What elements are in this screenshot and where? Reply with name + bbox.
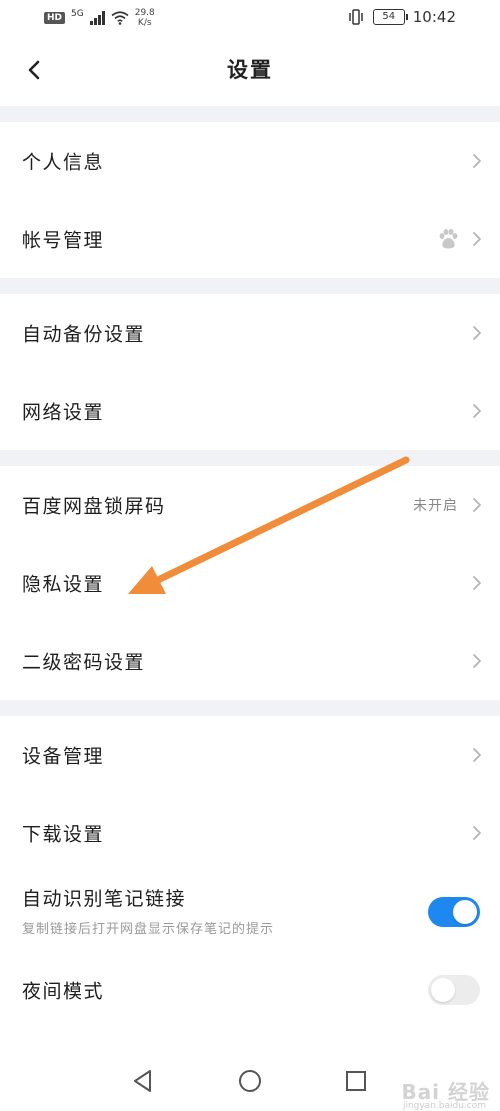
network-speed: 29.8 K/s: [135, 8, 155, 28]
section-divider: [0, 700, 500, 716]
system-nav-bar: Bai 经验 jingyan.baidu.com: [0, 1050, 500, 1111]
settings-item-device-management[interactable]: 设备管理: [0, 716, 500, 794]
chevron-right-icon: [473, 748, 481, 762]
chevron-right-icon: [473, 654, 481, 668]
settings-item-account[interactable]: 帐号管理: [0, 200, 500, 278]
settings-item-secondary-password[interactable]: 二级密码设置: [0, 622, 500, 700]
chevron-right-icon: [473, 498, 481, 512]
settings-item-label: 帐号管理: [22, 229, 105, 252]
section-divider: [0, 278, 500, 294]
settings-item-label: 设备管理: [22, 745, 105, 768]
settings-item-label: 自动备份设置: [22, 323, 146, 346]
settings-item-privacy[interactable]: 隐私设置: [0, 544, 500, 622]
settings-item-label: 二级密码设置: [22, 651, 146, 674]
settings-item-subtitle: 复制链接后打开网盘显示保存笔记的提示: [22, 922, 275, 937]
chevron-right-icon: [473, 326, 481, 340]
night-mode-toggle[interactable]: [428, 975, 480, 1005]
settings-item-note-link-detection: 自动识别笔记链接 复制链接后打开网盘显示保存笔记的提示: [0, 872, 500, 952]
settings-item-auto-backup[interactable]: 自动备份设置: [0, 294, 500, 372]
section-divider: [0, 106, 500, 122]
settings-item-label: 网络设置: [22, 401, 105, 424]
page-title: 设置: [227, 58, 273, 82]
chevron-right-icon: [473, 232, 481, 246]
nav-home-icon[interactable]: [237, 1068, 263, 1094]
settings-item-label: 下载设置: [22, 823, 105, 846]
settings-item-download[interactable]: 下载设置: [0, 794, 500, 872]
settings-item-label: 自动识别笔记链接: [22, 888, 187, 910]
nav-back-icon[interactable]: [130, 1068, 156, 1094]
chevron-right-icon: [473, 154, 481, 168]
speed-value: 29.8: [134, 8, 155, 18]
network-type: 5G: [71, 9, 84, 19]
wifi-icon: [111, 11, 129, 25]
settings-item-label: 个人信息: [22, 151, 105, 174]
watermark-url: jingyan.baidu.com: [402, 1101, 486, 1111]
status-bar: HD 5G 29.8 K/s 54 10:42: [0, 0, 500, 36]
settings-item-lock-code[interactable]: 百度网盘锁屏码 未开启: [0, 466, 500, 544]
settings-item-label: 隐私设置: [22, 573, 105, 596]
paw-icon: [439, 229, 458, 249]
settings-item-label: 百度网盘锁屏码: [22, 495, 166, 518]
title-bar: 设置: [0, 36, 500, 106]
battery-icon: 54: [372, 9, 408, 25]
speed-unit: K/s: [137, 18, 152, 28]
section-divider: [0, 450, 500, 466]
nav-recents-icon[interactable]: [343, 1068, 369, 1094]
lock-code-status: 未开启: [413, 498, 458, 514]
note-link-toggle[interactable]: [428, 897, 480, 927]
chevron-right-icon: [473, 576, 481, 590]
settings-item-network[interactable]: 网络设置: [0, 372, 500, 450]
settings-item-label: 夜间模式: [22, 980, 105, 1003]
settings-item-night-mode: 夜间模式: [0, 952, 500, 1028]
clock: 10:42: [412, 8, 456, 26]
chevron-right-icon: [473, 404, 481, 418]
settings-item-personal-info[interactable]: 个人信息: [0, 122, 500, 200]
toggle-knob: [453, 900, 477, 924]
chevron-right-icon: [473, 826, 481, 840]
toggle-knob: [431, 978, 455, 1002]
hd-badge: HD: [44, 12, 66, 24]
vibrate-icon: [349, 9, 363, 25]
signal-icon: [89, 11, 105, 25]
